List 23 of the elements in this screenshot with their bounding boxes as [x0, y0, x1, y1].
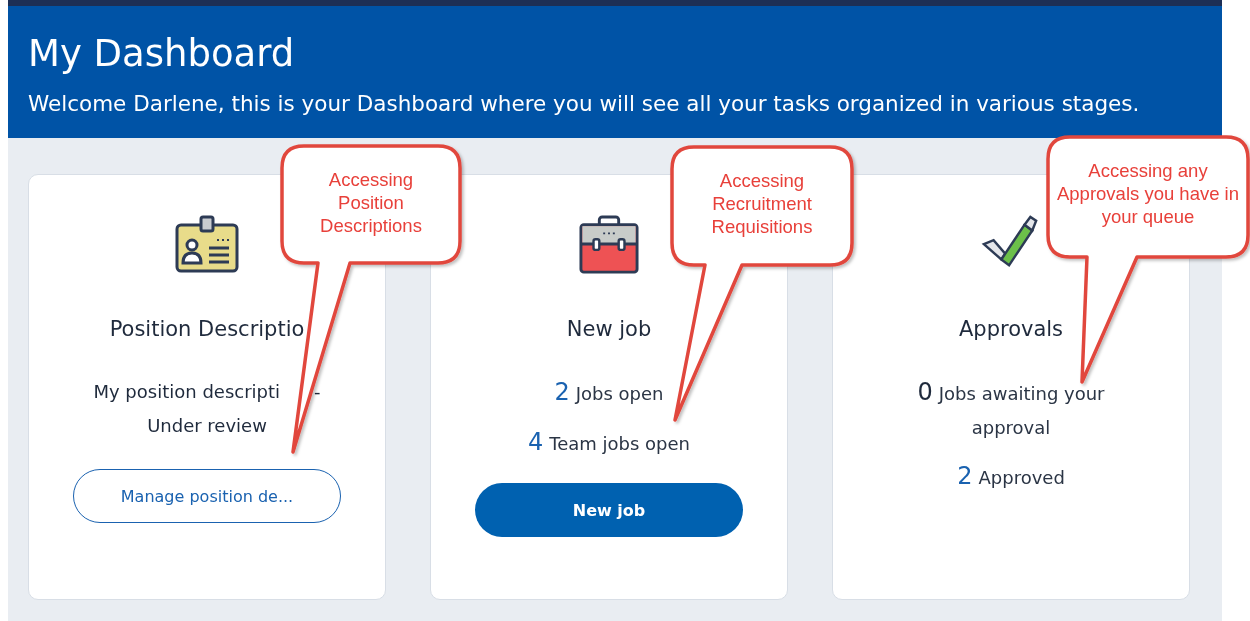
- callout-text: Accessing Recruitment Requisitions: [710, 169, 814, 238]
- page-title: My Dashboard: [28, 32, 296, 76]
- card-title: Position Descriptio: [109, 317, 305, 341]
- id-badge-icon: [175, 215, 239, 275]
- callout-text: Accessing Position Descriptions: [319, 168, 423, 237]
- count-number: 4: [527, 428, 544, 456]
- card-title: Approvals: [958, 317, 1064, 341]
- card-title: New job: [566, 317, 652, 341]
- callout-text: Accessing any Approvals you have in your queue: [1056, 159, 1240, 228]
- count-label: Jobs awaiting your approval: [938, 383, 1105, 438]
- count-label: Jobs open: [575, 383, 664, 404]
- status-text: -: [314, 380, 321, 404]
- welcome-text: Welcome Darlene, this is your Dashboard where you will see all your tasks organized in various stages.: [28, 90, 1141, 118]
- action-button[interactable]: New job: [475, 483, 743, 537]
- count-number: 2: [957, 462, 973, 490]
- action-button[interactable]: Manage position de...: [73, 469, 341, 523]
- count-label: Team jobs open: [549, 433, 690, 454]
- status-text: My position descripti: [93, 380, 281, 404]
- count-number: 0: [917, 378, 933, 406]
- status-text: Under review: [147, 414, 267, 438]
- count-label: Approved: [978, 467, 1065, 488]
- toolbox-icon: [577, 215, 641, 275]
- count-number: 2: [554, 378, 570, 406]
